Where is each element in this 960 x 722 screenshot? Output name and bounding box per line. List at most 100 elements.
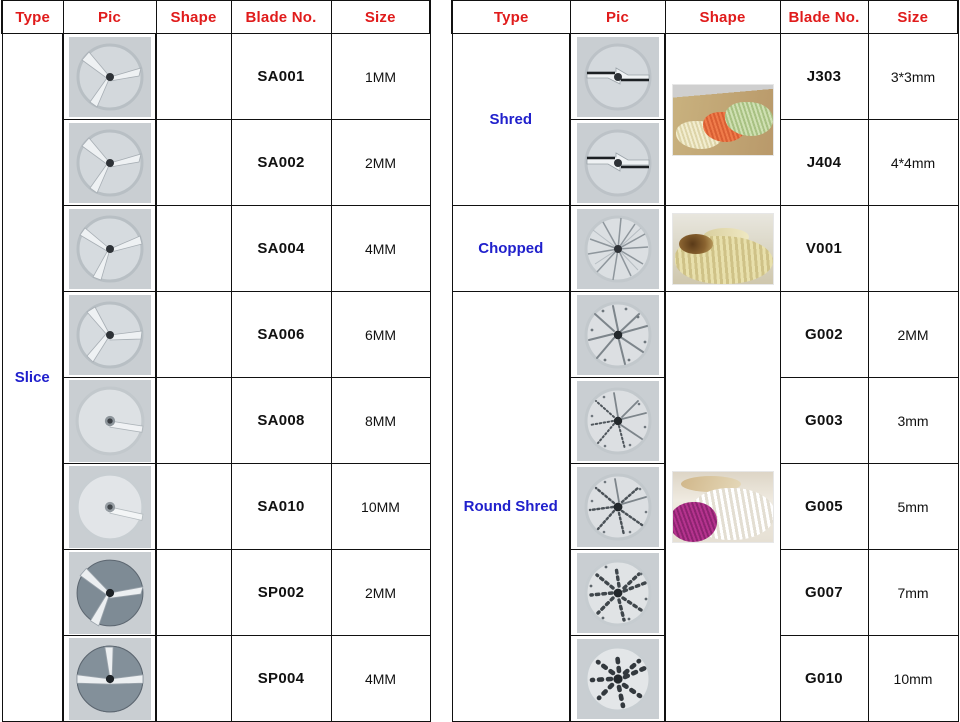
table-row: Shred J303 3*3mm — [451, 33, 959, 206]
size-value: 2MM — [330, 549, 431, 636]
header-size: Size — [867, 0, 959, 34]
blade-no-value: J404 — [779, 119, 869, 206]
type-label-shred: Shred — [451, 33, 571, 206]
blade-no-value: G002 — [779, 291, 869, 378]
header-pic: Pic — [569, 0, 666, 34]
shape-cell-empty — [155, 377, 232, 464]
blade-no-value: V001 — [779, 205, 869, 292]
shape-photo-chopped — [664, 205, 781, 292]
disc-graphic — [576, 552, 659, 633]
shape-cell-empty — [155, 463, 232, 550]
size-value: 4MM — [330, 635, 431, 722]
shape-cell-empty — [155, 635, 232, 722]
shape-cell-empty — [155, 205, 232, 292]
blade-image-sa004 — [62, 205, 157, 292]
disc-graphic — [68, 294, 151, 375]
disc-graphic — [576, 36, 659, 117]
blade-no-value: G010 — [779, 635, 869, 722]
disc-graphic — [68, 379, 151, 462]
type-label-chopped: Chopped — [451, 205, 571, 292]
size-value: 1MM — [330, 33, 431, 120]
size-value: 5mm — [867, 463, 959, 550]
blade-image-g010 — [569, 635, 666, 722]
blade-image-sa010 — [62, 463, 157, 550]
header-blade-no: Blade No. — [779, 0, 869, 34]
disc-graphic — [576, 294, 659, 375]
size-value: 2MM — [330, 119, 431, 206]
size-value — [867, 205, 959, 292]
table-row: Chopped V001 — [451, 205, 959, 292]
blade-no-value: G003 — [779, 377, 869, 464]
table-row: SA008 8MM — [2, 377, 431, 464]
table-row: Slice SA001 1MM — [1, 33, 431, 722]
table-row: SA002 2MM — [2, 119, 431, 206]
header-shape: Shape — [155, 0, 232, 34]
disc-graphic — [576, 122, 659, 203]
blade-image-j404 — [569, 119, 666, 206]
blade-image-sa001 — [62, 33, 157, 120]
disc-graphic — [576, 466, 659, 547]
shape-cell-empty — [155, 291, 232, 378]
blade-no-value: SA002 — [230, 119, 332, 206]
left-blade-table: Type Pic Shape Blade No. Size Slice SA00… — [1, 0, 431, 722]
blade-image-sp002 — [62, 549, 157, 636]
disc-graphic — [68, 465, 151, 548]
blade-no-value: J303 — [779, 33, 869, 120]
blade-image-v001 — [569, 205, 666, 292]
type-label-round-shred: Round Shred — [451, 291, 571, 722]
table-row: SP004 4MM — [2, 635, 431, 722]
table-row: SA004 4MM — [2, 205, 431, 292]
header-type: Type — [1, 0, 64, 34]
blade-image-j303 — [569, 33, 666, 120]
blade-no-value: SA004 — [230, 205, 332, 292]
blade-no-value: G007 — [779, 549, 869, 636]
type-label-slice: Slice — [1, 33, 64, 722]
table-row: SA006 6MM — [2, 291, 431, 378]
shape-photo-shred — [664, 33, 781, 206]
size-value: 3*3mm — [867, 33, 959, 120]
size-value: 7mm — [867, 549, 959, 636]
blade-no-value: SA010 — [230, 463, 332, 550]
size-value: 10mm — [867, 635, 959, 722]
round-shred-vegetables-photo — [671, 470, 774, 543]
header-pic: Pic — [62, 0, 157, 34]
size-value: 2MM — [867, 291, 959, 378]
right-blade-table: Type Pic Shape Blade No. Size Shred J303… — [451, 0, 959, 722]
blade-no-value: G005 — [779, 463, 869, 550]
blade-no-value: SP002 — [230, 549, 332, 636]
header-size: Size — [330, 0, 431, 34]
disc-graphic — [576, 208, 659, 289]
disc-graphic — [68, 637, 151, 720]
disc-graphic — [68, 36, 151, 117]
blade-image-sp004 — [62, 635, 157, 722]
header-type: Type — [451, 0, 571, 34]
size-value: 4*4mm — [867, 119, 959, 206]
disc-graphic — [68, 208, 151, 289]
blade-image-g002 — [569, 291, 666, 378]
shape-cell-empty — [155, 119, 232, 206]
blade-image-sa006 — [62, 291, 157, 378]
blade-no-value: SA008 — [230, 377, 332, 464]
chopped-vegetables-photo — [671, 212, 774, 285]
size-value: 6MM — [330, 291, 431, 378]
size-value: 10MM — [330, 463, 431, 550]
blade-image-sa002 — [62, 119, 157, 206]
left-table-header-row: Type Pic Shape Blade No. Size — [1, 0, 431, 34]
disc-graphic — [68, 122, 151, 203]
size-value: 8MM — [330, 377, 431, 464]
blade-image-g005 — [569, 463, 666, 550]
blade-no-value: SP004 — [230, 635, 332, 722]
size-value: 3mm — [867, 377, 959, 464]
blade-image-g003 — [569, 377, 666, 464]
size-value: 4MM — [330, 205, 431, 292]
header-blade-no: Blade No. — [230, 0, 332, 34]
disc-graphic — [68, 551, 151, 634]
table-row: SA010 10MM — [2, 463, 431, 550]
blade-no-value: SA006 — [230, 291, 332, 378]
blade-image-g007 — [569, 549, 666, 636]
table-row: SP002 2MM — [2, 549, 431, 636]
disc-graphic — [576, 380, 659, 461]
blade-no-value: SA001 — [230, 33, 332, 120]
shape-cell-empty — [155, 549, 232, 636]
shape-cell-empty — [155, 33, 232, 120]
